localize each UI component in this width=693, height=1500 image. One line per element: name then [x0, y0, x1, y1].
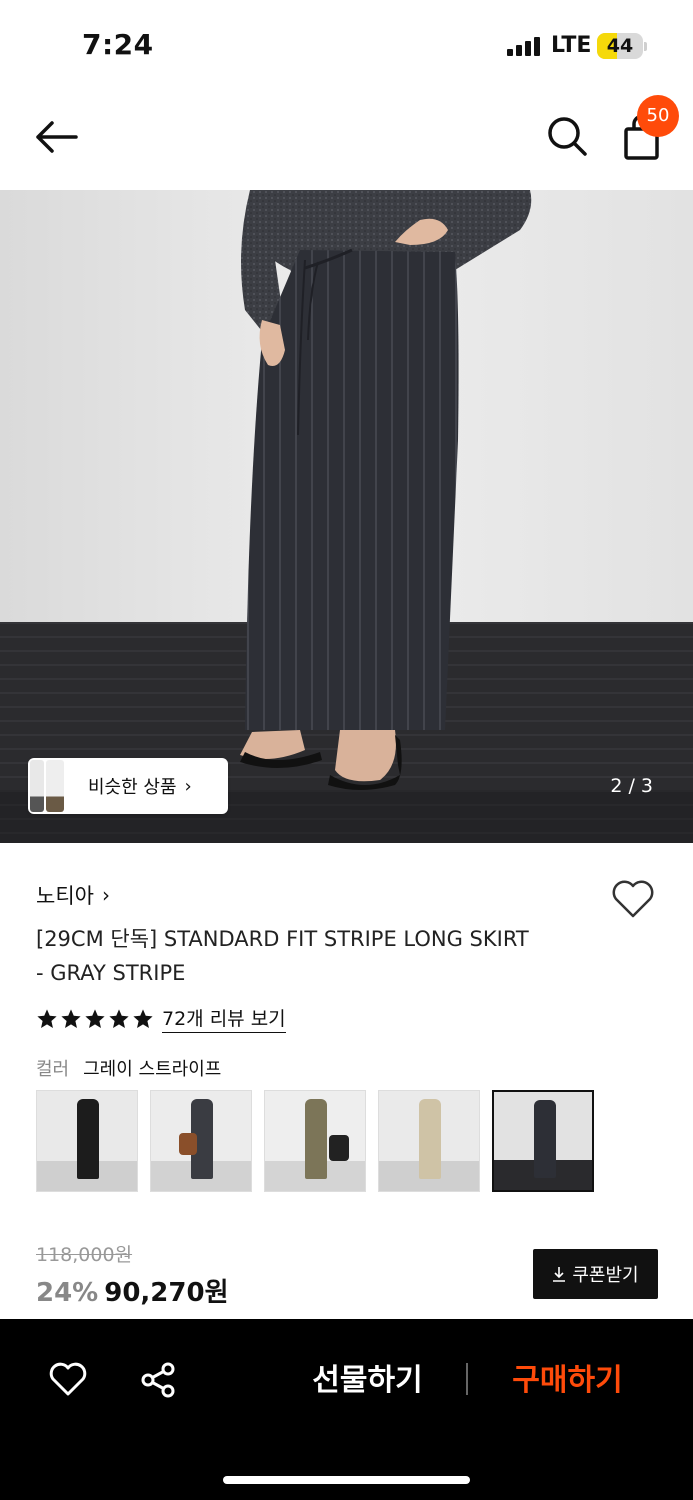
star-icon: [37, 1008, 57, 1028]
product-title: [29CM 단독] STANDARD FIT STRIPE LONG SKIRT…: [36, 922, 616, 990]
color-label: 컬러: [36, 1059, 70, 1080]
divider: [466, 1363, 468, 1395]
heart-icon: [49, 1362, 87, 1396]
network-label: LTE: [551, 33, 592, 58]
rating-stars: [36, 1008, 154, 1030]
product-photo: [0, 190, 693, 843]
color-value: 그레이 스트라이프: [83, 1059, 222, 1080]
search-icon: [548, 117, 587, 156]
coupon-label: 쿠폰받기: [572, 1265, 639, 1286]
star-icon: [85, 1008, 105, 1028]
gift-button[interactable]: 선물하기: [290, 1359, 445, 1403]
coupon-button[interactable]: 쿠폰받기: [533, 1249, 658, 1299]
star-icon: [61, 1008, 81, 1028]
final-price: 90,270원: [104, 1278, 229, 1308]
chevron-right-icon: ›: [101, 883, 110, 907]
product-title-line2: - GRAY STRIPE: [36, 961, 186, 985]
review-link[interactable]: 72개 리뷰 보기: [162, 1004, 286, 1033]
battery-nub: [644, 42, 647, 51]
color-swatch-gray-stripe[interactable]: [492, 1090, 594, 1192]
color-swatch-charcoal[interactable]: [150, 1090, 252, 1192]
price-row: 24% 90,270원: [36, 1272, 229, 1309]
buy-button[interactable]: 구매하기: [490, 1359, 645, 1403]
download-icon: [553, 1267, 566, 1282]
arrow-left-icon: [36, 121, 78, 153]
product-rating: 72개 리뷰 보기: [36, 1004, 286, 1033]
battery-icon: 44: [597, 33, 643, 59]
brand-name: 노티아: [36, 884, 94, 908]
home-indicator: [223, 1476, 470, 1484]
similar-products-label: 비슷한 상품: [88, 777, 177, 798]
bottom-action-bar: 선물하기 구매하기: [0, 1319, 693, 1500]
wishlist-button[interactable]: [610, 878, 656, 920]
status-time: 7:24: [82, 28, 154, 61]
carousel-page-indicator: 2 / 3: [610, 775, 653, 797]
heart-icon: [612, 880, 654, 918]
color-row: 컬러 그레이 스트라이프: [36, 1055, 221, 1081]
color-swatch-beige[interactable]: [378, 1090, 480, 1192]
bottom-wishlist-button[interactable]: [48, 1361, 88, 1397]
signal-icon: [507, 36, 540, 56]
similar-thumbnail: [28, 758, 64, 814]
cart-count-badge: 50: [637, 95, 679, 137]
discount-rate: 24%: [36, 1278, 99, 1308]
share-icon: [141, 1362, 175, 1398]
chevron-right-icon: ›: [184, 775, 192, 797]
product-title-line1: [29CM 단독] STANDARD FIT STRIPE LONG SKIRT: [36, 927, 529, 951]
star-icon: [133, 1008, 153, 1028]
back-button[interactable]: [30, 115, 82, 159]
original-price: 118,000원: [36, 1244, 133, 1266]
status-bar: 7:24 LTE 44: [0, 0, 693, 90]
brand-link[interactable]: 노티아 ›: [36, 880, 110, 910]
color-swatches: [36, 1090, 594, 1192]
app-header: [0, 90, 693, 190]
star-icon: [109, 1008, 129, 1028]
search-button[interactable]: [543, 112, 591, 160]
similar-products-button[interactable]: 비슷한 상품 ›: [28, 758, 228, 814]
color-swatch-khaki[interactable]: [264, 1090, 366, 1192]
color-swatch-black[interactable]: [36, 1090, 138, 1192]
battery-level: 44: [606, 35, 634, 57]
product-image-carousel[interactable]: 비슷한 상품 › 2 / 3: [0, 190, 693, 843]
share-button[interactable]: [140, 1361, 178, 1399]
